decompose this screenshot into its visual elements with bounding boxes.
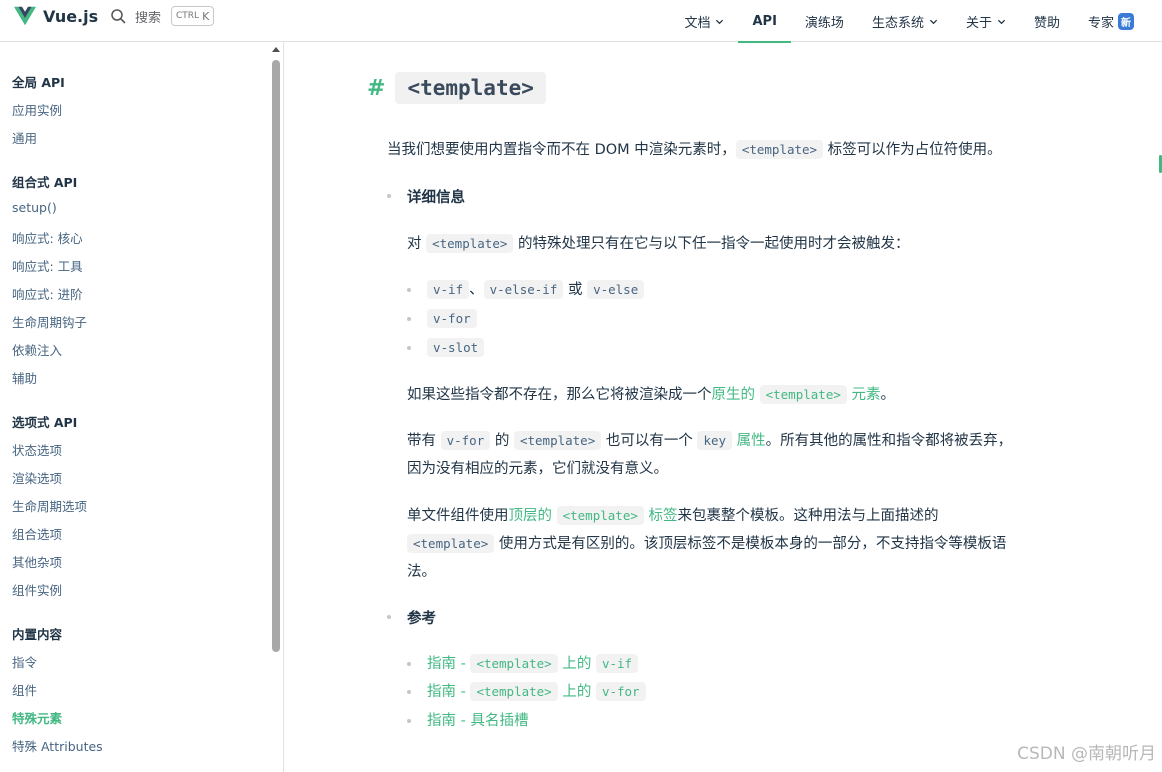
new-badge: 新 [1118, 12, 1134, 30]
page-title-text: <template> [395, 72, 546, 104]
sidebar: 全局 API 应用实例 通用 组合式 API setup() 响应式: 核心 响… [0, 42, 284, 772]
intro-paragraph: 当我们想要使用内置指令而不在 DOM 中渲染元素时， <template> 标签可… [387, 140, 1002, 159]
reference-heading: 参考 [407, 611, 436, 627]
details-heading: 详细信息 [407, 190, 465, 206]
list-bullet [407, 317, 411, 321]
sidebar-item-component-instance[interactable]: 组件实例 [12, 580, 62, 599]
sidebar-item-options-misc[interactable]: 其他杂项 [12, 552, 62, 571]
native-link[interactable]: 原生的 [712, 387, 756, 403]
list-bullet [387, 615, 391, 619]
sidebar-item-lifecycle-hooks[interactable]: 生命周期钩子 [12, 312, 87, 331]
sidebar-group-options: 选项式 API [12, 415, 78, 430]
nav-docs[interactable]: 文档 [670, 0, 738, 42]
key-attribute-paragraph: 带有 v-for 的 <template> 也可以有一个 key 属性。所有其他… [407, 431, 1013, 477]
main-content: # <template> 当我们想要使用内置指令而不在 DOM 中渲染元素时， <… [285, 42, 1162, 772]
sidebar-item-reactivity-advanced[interactable]: 响应式: 进阶 [12, 284, 83, 303]
chevron-down-icon [929, 19, 938, 24]
nav-playground[interactable]: 演练场 [791, 0, 858, 42]
nav-api[interactable]: API [738, 0, 792, 43]
sidebar-item-special-attributes[interactable]: 特殊 Attributes [12, 736, 103, 755]
reference-item-named-slots[interactable]: 指南 - 具名插槽 [427, 707, 528, 735]
sidebar-group-global: 全局 API [12, 75, 65, 90]
list-item: v-if、 v-else-if 或 v-else [427, 276, 645, 304]
nav-ecosystem[interactable]: 生态系统 [858, 0, 952, 42]
search-label: 搜索 [135, 10, 162, 26]
nav-experts[interactable]: 专家 新 [1074, 0, 1148, 42]
watermark: CSDN @南朝听月 [1017, 744, 1156, 764]
sidebar-item-components[interactable]: 组件 [12, 680, 37, 699]
scroll-up-arrow-icon[interactable] [272, 47, 280, 52]
reference-item-v-for[interactable]: 指南 - <template> 上的 v-for [427, 678, 646, 706]
sidebar-group-composition: 组合式 API [12, 175, 78, 190]
list-bullet [407, 346, 411, 350]
chevron-down-icon [997, 19, 1006, 24]
sidebar-group-builtins: 内置内容 [12, 627, 63, 642]
search-icon [111, 9, 126, 24]
sidebar-item-special-elements[interactable]: 特殊元素 [12, 708, 62, 727]
sidebar-item-general[interactable]: 通用 [12, 128, 37, 147]
sidebar-item-reactivity-core[interactable]: 响应式: 核心 [12, 228, 83, 247]
list-bullet [407, 690, 411, 694]
list-bullet [387, 194, 391, 198]
element-link[interactable]: 元素 [851, 387, 880, 403]
list-bullet [407, 288, 411, 292]
nav-about[interactable]: 关于 [952, 0, 1020, 42]
site-title: Vue.js [43, 6, 99, 26]
attribute-link[interactable]: 属性 [737, 433, 766, 449]
sidebar-item-setup[interactable]: setup() [12, 200, 57, 215]
nav-sponsor[interactable]: 赞助 [1020, 0, 1074, 42]
sidebar-item-options-lifecycle[interactable]: 生命周期选项 [12, 496, 87, 515]
scrollbar-thumb[interactable] [272, 60, 280, 652]
list-bullet [407, 719, 411, 723]
sidebar-item-dependency-injection[interactable]: 依赖注入 [12, 340, 62, 359]
sidebar-item-app-instance[interactable]: 应用实例 [12, 100, 62, 119]
sidebar-scrollbar[interactable] [271, 42, 281, 772]
search-shortcut: CTRL K [171, 6, 215, 26]
sidebar-item-options-state[interactable]: 状态选项 [12, 440, 62, 459]
page-title: # <template> [367, 72, 546, 104]
sidebar-item-helpers[interactable]: 辅助 [12, 368, 37, 387]
sfc-paragraph: 单文件组件使用顶层的 <template> 标签来包裹整个模板。这种用法与上面描… [407, 506, 1007, 580]
header-anchor[interactable]: # [367, 76, 385, 101]
list-item: v-slot [427, 334, 485, 362]
list-bullet [407, 662, 411, 666]
sidebar-item-directives[interactable]: 指令 [12, 652, 37, 671]
native-template-paragraph: 如果这些指令都不存在，那么它将被渲染成一个原生的 <template> 元素。 [407, 385, 895, 404]
search-button[interactable]: 搜索 CTRL K [110, 5, 215, 27]
sidebar-item-options-rendering[interactable]: 渲染选项 [12, 468, 62, 487]
site-logo[interactable]: Vue.js [14, 5, 98, 27]
list-item: v-for [427, 305, 477, 333]
sidebar-item-reactivity-utilities[interactable]: 响应式: 工具 [12, 256, 83, 275]
nav-links: 文档 API 演练场 生态系统 关于 赞助 专家 新 [670, 0, 1148, 43]
top-level-link[interactable]: 顶层的 [509, 508, 553, 524]
reference-item-v-if[interactable]: 指南 - <template> 上的 v-if [427, 650, 639, 678]
chevron-down-icon [716, 19, 724, 24]
sidebar-item-options-composition[interactable]: 组合选项 [12, 524, 62, 543]
top-nav: Vue.js 搜索 CTRL K 文档 API 演练场 生态系统 关于 赞助 专… [0, 0, 1162, 43]
vue-logo-icon [14, 6, 36, 26]
tag-link[interactable]: 标签 [648, 508, 677, 524]
details-paragraph: 对 <template> 的特殊处理只有在它与以下任一指令一起使用时才会被触发： [407, 234, 910, 253]
